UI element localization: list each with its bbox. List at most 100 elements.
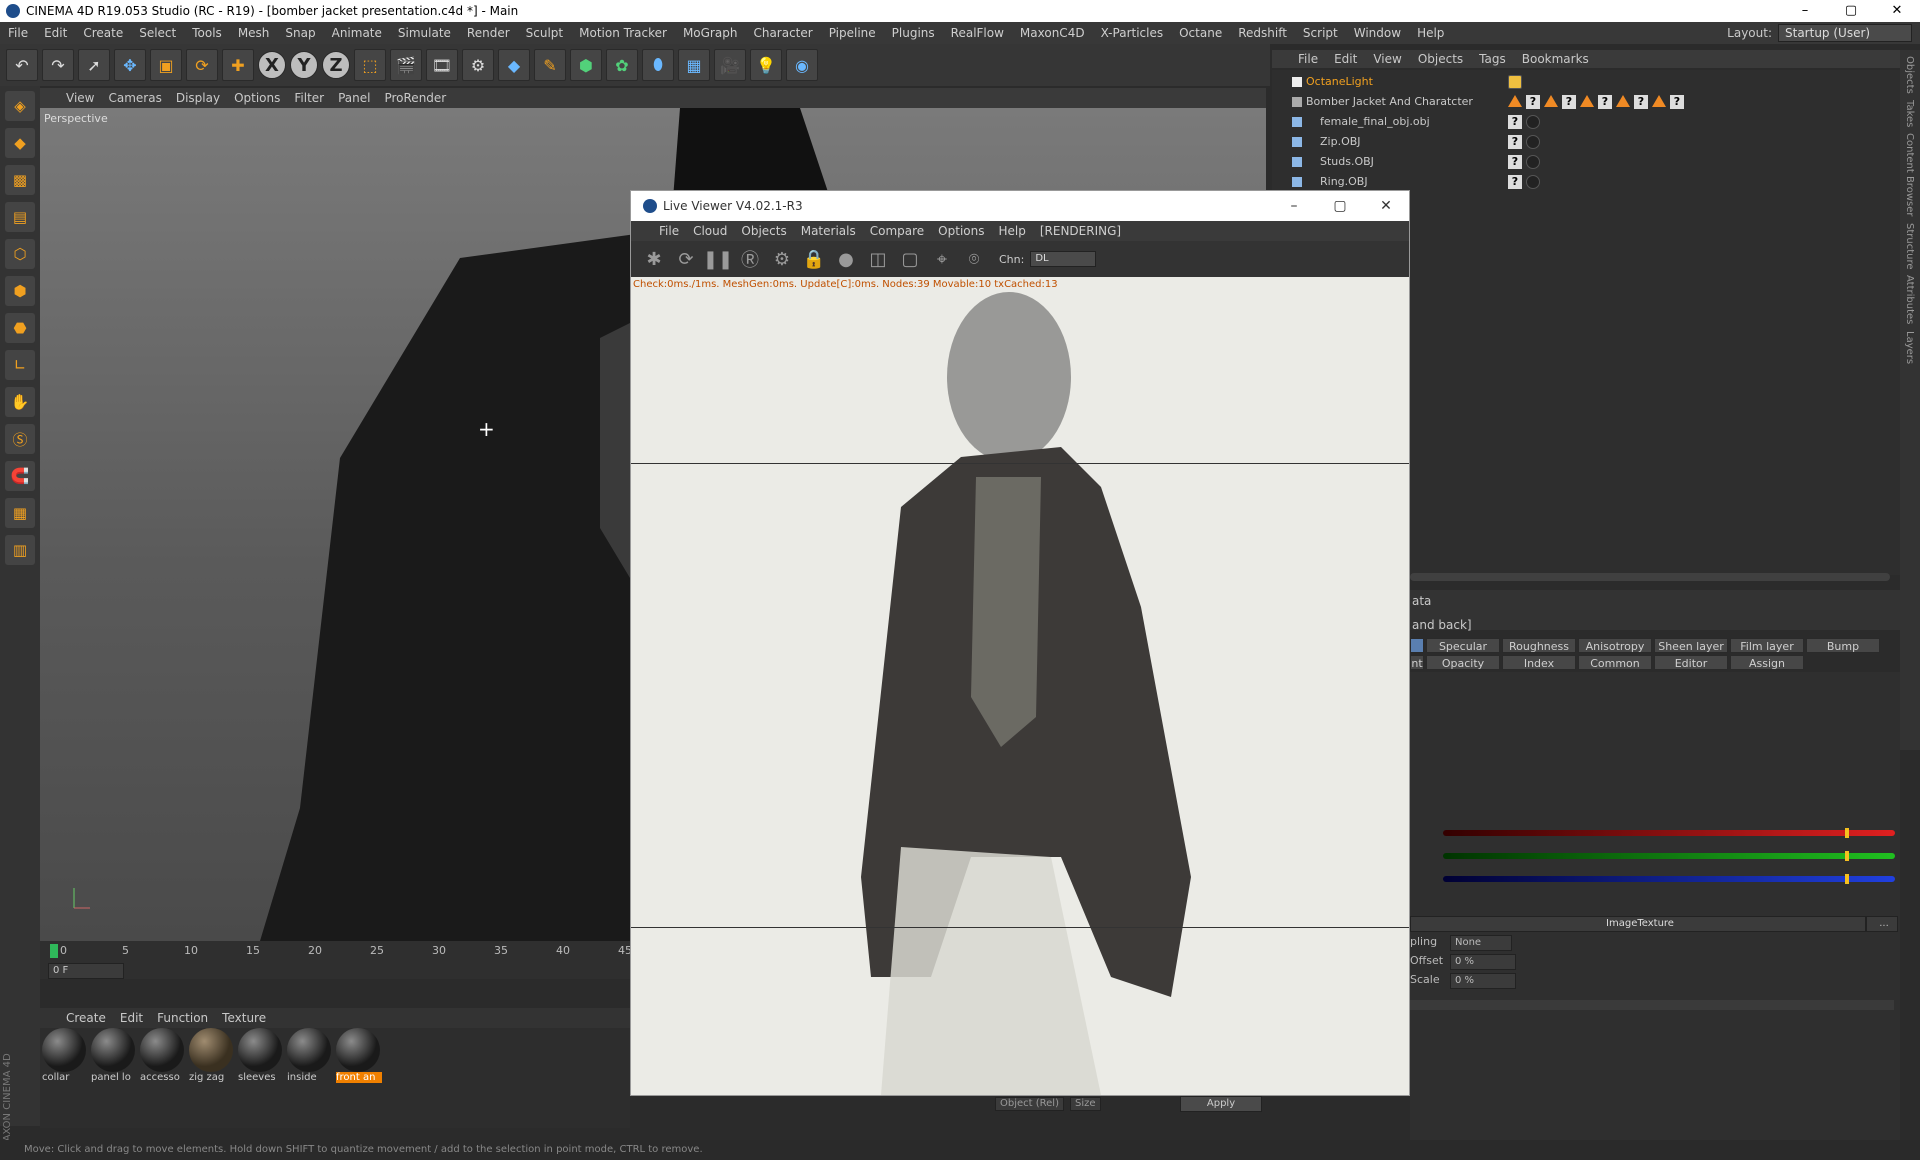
lv-menu-cloud[interactable]: Cloud bbox=[693, 224, 727, 238]
menu-window[interactable]: Window bbox=[1346, 26, 1409, 40]
restart-render-icon[interactable]: ⟳ bbox=[673, 246, 699, 272]
edges-mode-icon[interactable]: ⬢ bbox=[5, 276, 35, 306]
pen-spline-icon[interactable]: ✎ bbox=[534, 49, 566, 81]
texture-mode-icon[interactable]: ▩ bbox=[5, 165, 35, 195]
object-menu-view[interactable]: View bbox=[1373, 52, 1401, 66]
tab-partial[interactable]: nt bbox=[1410, 655, 1424, 670]
tab-film-layer[interactable]: Film layer bbox=[1730, 638, 1804, 653]
tab-specular[interactable]: Specular bbox=[1426, 638, 1500, 653]
material-sphere-tag-icon[interactable] bbox=[1526, 155, 1540, 169]
object-row-studs[interactable]: Studs.OBJ ? bbox=[1272, 152, 1902, 172]
subdivision-surface-icon[interactable]: ⬢ bbox=[570, 49, 602, 81]
size-dropdown[interactable]: Size bbox=[1069, 1097, 1101, 1111]
object-menu-edit[interactable]: Edit bbox=[1334, 52, 1357, 66]
menu-octane[interactable]: Octane bbox=[1171, 26, 1230, 40]
floor-icon[interactable]: ▦ bbox=[678, 49, 710, 81]
channel-dropdown[interactable]: DL bbox=[1030, 251, 1097, 267]
menu-render[interactable]: Render bbox=[459, 26, 518, 40]
undo-icon[interactable]: ↶ bbox=[6, 49, 38, 81]
light-icon[interactable]: 💡 bbox=[750, 49, 782, 81]
object-row-octanelight[interactable]: OctaneLight bbox=[1272, 72, 1902, 92]
menu-help[interactable]: Help bbox=[1409, 26, 1452, 40]
coordinate-mode-dropdown[interactable]: Object (Rel) bbox=[995, 1097, 1064, 1111]
region-render-icon[interactable]: Ⓡ bbox=[737, 246, 763, 272]
lv-minimize-button[interactable]: – bbox=[1271, 191, 1317, 221]
render-canvas[interactable]: Check:0ms./1ms. MeshGen:0ms. Update[C]:0… bbox=[631, 277, 1409, 1095]
viewport-menu-cameras[interactable]: Cameras bbox=[108, 91, 161, 105]
material-tag-icon[interactable]: ? bbox=[1508, 115, 1522, 129]
redo-icon[interactable]: ↷ bbox=[42, 49, 74, 81]
axis-mode-icon[interactable]: ∟ bbox=[5, 350, 35, 380]
region-icon[interactable]: ◫ bbox=[865, 246, 891, 272]
green-slider-knob[interactable] bbox=[1845, 851, 1849, 861]
cube-icon[interactable]: ◆ bbox=[498, 49, 530, 81]
snap-icon[interactable]: 🧲 bbox=[5, 461, 35, 491]
apply-button[interactable]: Apply bbox=[1180, 1096, 1262, 1112]
material-menu-texture[interactable]: Texture bbox=[222, 1011, 266, 1025]
menu-realflow[interactable]: RealFlow bbox=[943, 26, 1012, 40]
material-tag-icon[interactable]: ? bbox=[1634, 95, 1648, 109]
material-tag-icon[interactable]: ? bbox=[1508, 175, 1522, 189]
material-swatch[interactable]: sleeves bbox=[238, 1028, 284, 1088]
blue-slider-knob[interactable] bbox=[1845, 874, 1849, 884]
material-menu-edit[interactable]: Edit bbox=[120, 1011, 143, 1025]
workplane-lock-icon[interactable]: ▦ bbox=[5, 498, 35, 528]
layout-dropdown[interactable]: Startup (User) bbox=[1778, 24, 1912, 42]
tab-opacity[interactable]: Opacity bbox=[1426, 655, 1500, 670]
points-mode-icon[interactable]: ⬡ bbox=[5, 239, 35, 269]
menu-file[interactable]: File bbox=[0, 26, 36, 40]
render-view-icon[interactable]: 🎬 bbox=[390, 49, 422, 81]
sampling-dropdown[interactable]: None bbox=[1450, 935, 1512, 951]
film-region-icon[interactable]: ▢ bbox=[897, 246, 923, 272]
menu-select[interactable]: Select bbox=[131, 26, 184, 40]
material-tag-icon[interactable]: ? bbox=[1508, 135, 1522, 149]
scale-field[interactable]: 0 % bbox=[1450, 973, 1516, 989]
material-sphere-tag-icon[interactable] bbox=[1526, 175, 1540, 189]
deformer-icon[interactable]: ⬮ bbox=[642, 49, 674, 81]
material-sphere-tag-icon[interactable] bbox=[1526, 135, 1540, 149]
pick-material-icon[interactable]: ⌾ bbox=[961, 246, 987, 272]
model-mode-icon[interactable]: ◆ bbox=[5, 128, 35, 158]
lv-menu-materials[interactable]: Materials bbox=[801, 224, 856, 238]
viewport-menu-prorender[interactable]: ProRender bbox=[384, 91, 446, 105]
coordinate-system-icon[interactable]: ⬚ bbox=[354, 49, 386, 81]
side-tab-objects[interactable]: Objects bbox=[1904, 56, 1915, 94]
tab-sheen-layer[interactable]: Sheen layer bbox=[1654, 638, 1728, 653]
lv-menu-objects[interactable]: Objects bbox=[741, 224, 786, 238]
menu-redshift[interactable]: Redshift bbox=[1230, 26, 1295, 40]
material-tag-icon[interactable]: ? bbox=[1562, 95, 1576, 109]
rotate-icon[interactable]: ⟳ bbox=[186, 49, 218, 81]
make-editable-icon[interactable]: ◈ bbox=[5, 91, 35, 121]
object-menu-file[interactable]: File bbox=[1298, 52, 1318, 66]
menu-motion-tracker[interactable]: Motion Tracker bbox=[571, 26, 675, 40]
tab-bump[interactable]: Bump bbox=[1806, 638, 1880, 653]
material-sphere-tag-icon[interactable] bbox=[1526, 115, 1540, 129]
tab-common[interactable]: Common bbox=[1578, 655, 1652, 670]
current-frame-field[interactable]: 0 F bbox=[48, 963, 124, 979]
red-slider-knob[interactable] bbox=[1845, 828, 1849, 838]
solo-icon[interactable]: Ⓢ bbox=[5, 424, 35, 454]
viewport-menu-display[interactable]: Display bbox=[176, 91, 220, 105]
octane-light-tag-icon[interactable] bbox=[1508, 75, 1522, 89]
menu-simulate[interactable]: Simulate bbox=[390, 26, 459, 40]
render-settings-icon[interactable]: ⚙ bbox=[462, 49, 494, 81]
tab-assign[interactable]: Assign bbox=[1730, 655, 1804, 670]
material-tag-icon[interactable]: ? bbox=[1508, 155, 1522, 169]
grid-snap-icon[interactable]: ▥ bbox=[5, 535, 35, 565]
pause-icon[interactable]: ❚❚ bbox=[703, 246, 733, 272]
tab-active[interactable] bbox=[1410, 638, 1424, 653]
red-slider[interactable] bbox=[1443, 828, 1895, 838]
menu-maxonc4d[interactable]: MaxonC4D bbox=[1012, 26, 1093, 40]
material-swatch[interactable]: inside bbox=[287, 1028, 333, 1088]
material-sphere-icon[interactable]: ● bbox=[833, 246, 859, 272]
maximize-button[interactable]: ▢ bbox=[1828, 0, 1874, 22]
workplane-icon[interactable]: ▤ bbox=[5, 202, 35, 232]
phong-tag-icon[interactable] bbox=[1652, 95, 1666, 107]
material-swatch[interactable]: collar bbox=[42, 1028, 88, 1088]
material-swatch[interactable]: panel lo bbox=[91, 1028, 137, 1088]
y-axis-lock-icon[interactable]: Y bbox=[290, 51, 318, 79]
object-menu-tags[interactable]: Tags bbox=[1479, 52, 1506, 66]
lv-menu-help[interactable]: Help bbox=[998, 224, 1025, 238]
lv-maximize-button[interactable]: ▢ bbox=[1317, 191, 1363, 221]
phong-tag-icon[interactable] bbox=[1580, 95, 1594, 107]
